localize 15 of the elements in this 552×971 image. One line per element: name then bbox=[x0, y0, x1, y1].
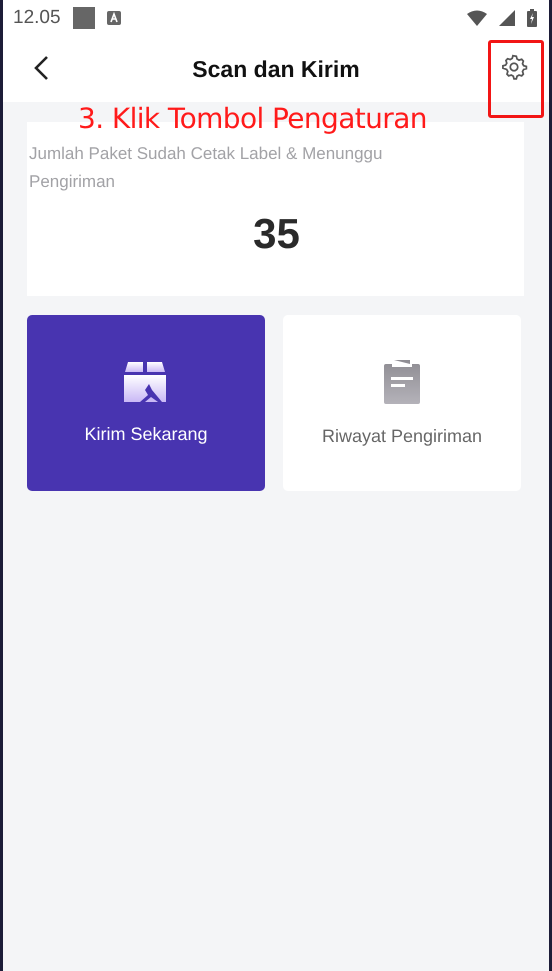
wifi-icon bbox=[467, 10, 487, 26]
status-time: 12.05 bbox=[13, 7, 61, 29]
keyboard-icon bbox=[106, 11, 121, 25]
action-tile[interactable]: Kirim Sekarang bbox=[27, 315, 265, 491]
notification-icon bbox=[72, 7, 95, 29]
summary-label: Jumlah Paket Sudah Cetak Label & Menunggu Pengiriman bbox=[29, 143, 384, 193]
package-icon bbox=[124, 362, 168, 402]
package-count: 35 bbox=[252, 210, 301, 258]
action-tile[interactable]: Riwayat Pengiriman bbox=[283, 315, 521, 491]
battery-icon bbox=[527, 9, 537, 27]
annotation-text: 3. Klik Tombol Pengaturan bbox=[78, 102, 427, 135]
settings-button[interactable] bbox=[499, 53, 529, 83]
signal-icon bbox=[499, 10, 515, 26]
clipboard-icon bbox=[384, 360, 420, 404]
page-title: Scan dan Kirim bbox=[192, 56, 360, 82]
